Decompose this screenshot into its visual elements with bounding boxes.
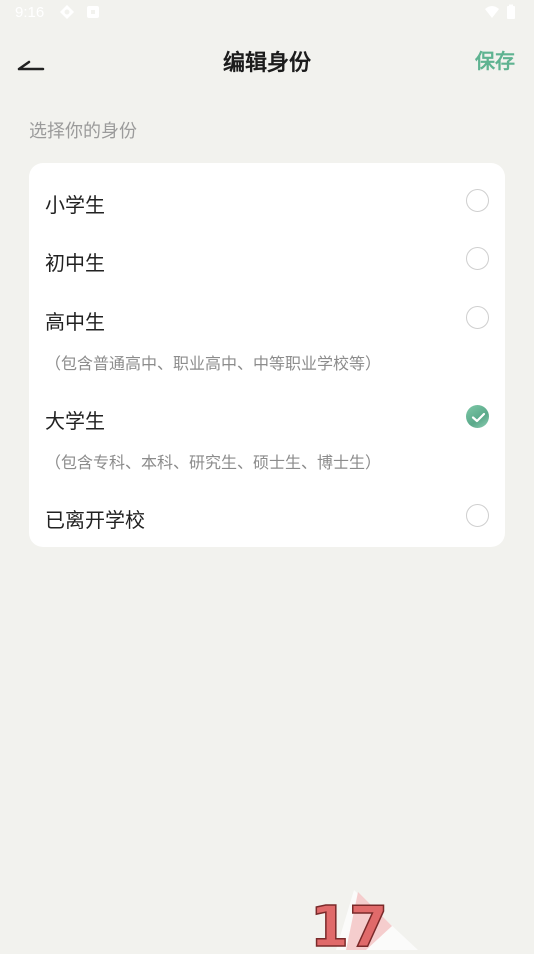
option-label: 初中生 [45, 251, 105, 275]
watermark-logo: 17 [306, 886, 436, 954]
status-bar: 9:16 [0, 0, 534, 28]
option-junior-high[interactable]: 初中生 [29, 235, 505, 285]
page-title: 编辑身份 [222, 51, 311, 76]
identity-options-card: 小学生 初中生 高中生 （包含普通高中、职业高中、中等职业学校等） 大学生 （包… [29, 163, 505, 547]
option-label: 高中生 [45, 310, 105, 334]
option-senior-high[interactable]: 高中生 [29, 294, 505, 344]
status-time: 9:16 [15, 4, 45, 21]
sync-icon [59, 4, 75, 20]
radio-button[interactable] [466, 247, 489, 270]
option-label: 小学生 [45, 193, 105, 217]
option-university[interactable]: 大学生 [29, 393, 505, 443]
radio-button[interactable] [466, 504, 489, 527]
radio-button[interactable] [466, 306, 489, 329]
check-icon [471, 412, 486, 423]
option-label: 大学生 [45, 409, 105, 433]
wifi-icon [484, 4, 500, 20]
option-label: 已离开学校 [45, 508, 145, 532]
option-note: （包含普通高中、职业高中、中等职业学校等） [45, 354, 382, 373]
radio-button-checked[interactable] [466, 405, 489, 428]
header: 编辑身份 保存 [0, 34, 534, 86]
battery-icon [506, 4, 516, 20]
radio-button[interactable] [466, 189, 489, 212]
option-left-school[interactable]: 已离开学校 [29, 492, 505, 542]
save-button[interactable]: 保存 [475, 45, 515, 74]
svg-text:17: 17 [310, 895, 388, 950]
option-note: （包含专科、本科、研究生、硕士生、博士生） [45, 453, 382, 472]
option-primary-school[interactable]: 小学生 [29, 177, 505, 227]
section-label: 选择你的身份 [29, 121, 137, 142]
notification-icon [85, 4, 101, 20]
